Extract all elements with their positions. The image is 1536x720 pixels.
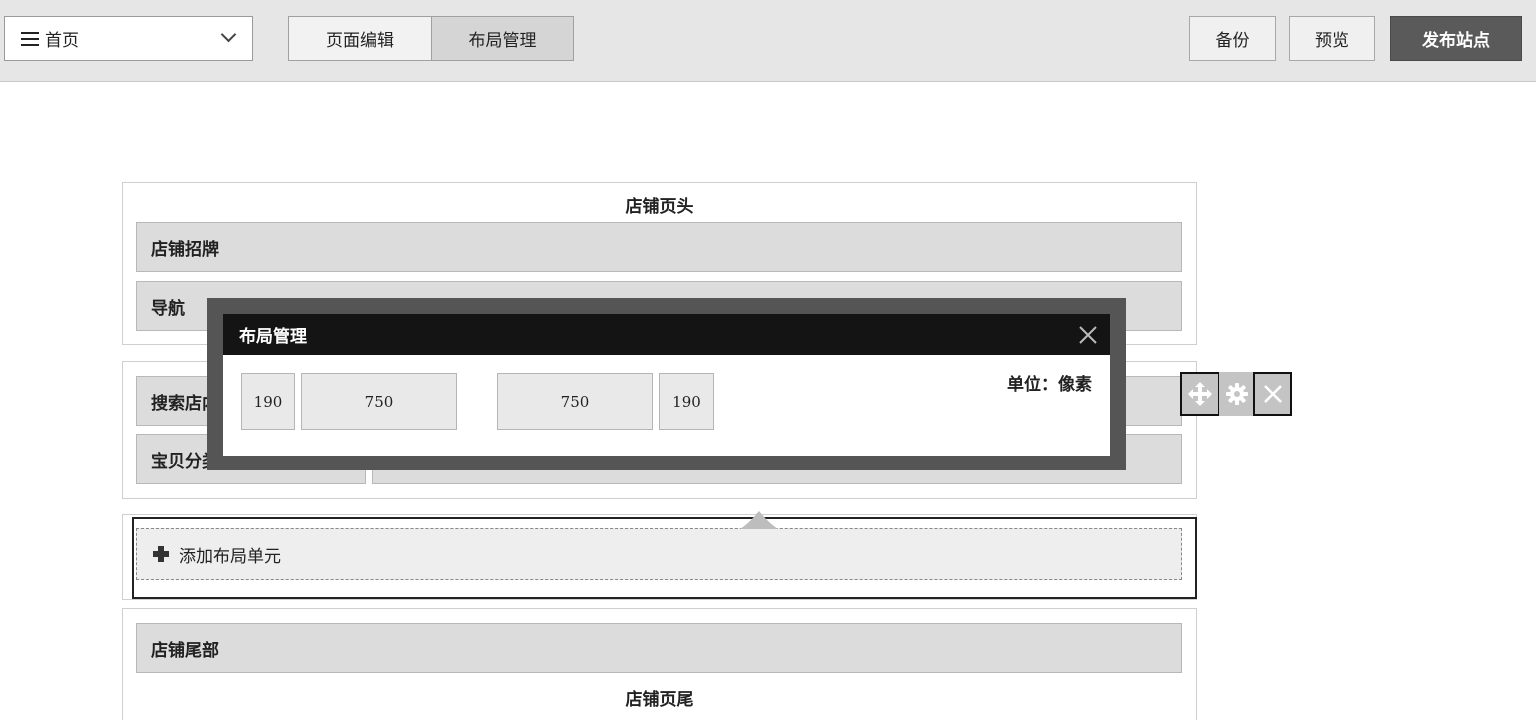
page-selector[interactable]: 首页 bbox=[4, 16, 253, 61]
dialog-close-icon[interactable] bbox=[1076, 323, 1100, 347]
top-toolbar: 首页 页面编辑 布局管理 备份 预览 发布站点 bbox=[0, 0, 1536, 82]
dialog-header: 布局管理 bbox=[223, 314, 1110, 355]
store-header-title: 店铺页头 bbox=[625, 197, 694, 217]
drag-handle-icon[interactable] bbox=[738, 509, 780, 531]
tab-page-edit[interactable]: 页面编辑 bbox=[289, 17, 431, 60]
signboard-module[interactable]: 店铺招牌 bbox=[136, 222, 1182, 272]
preview-button[interactable]: 预览 bbox=[1289, 16, 1375, 61]
footer-module[interactable]: 店铺尾部 bbox=[136, 623, 1182, 673]
unit-label: 单位：像素 bbox=[1007, 375, 1092, 395]
layout-column-cell[interactable]: 190 bbox=[659, 373, 714, 430]
menu-icon bbox=[21, 31, 39, 46]
add-layout-unit-label: 添加布局单元 bbox=[179, 546, 281, 567]
delete-button[interactable] bbox=[1253, 372, 1292, 416]
layout-column-cell[interactable]: 750 bbox=[497, 373, 653, 430]
plus-icon bbox=[153, 546, 169, 562]
mode-tabs: 页面编辑 布局管理 bbox=[288, 16, 574, 61]
gear-icon bbox=[1225, 383, 1248, 405]
store-footer-title: 店铺页尾 bbox=[625, 690, 694, 710]
layout-column-cell[interactable]: 190 bbox=[241, 373, 295, 430]
layout-column-cell[interactable]: 750 bbox=[301, 373, 457, 430]
settings-button[interactable] bbox=[1219, 372, 1254, 416]
backup-button[interactable]: 备份 bbox=[1189, 16, 1276, 61]
dialog-title: 布局管理 bbox=[239, 327, 307, 347]
add-layout-unit-button[interactable]: 添加布局单元 bbox=[136, 528, 1182, 580]
move-icon bbox=[1188, 382, 1212, 406]
publish-site-button[interactable]: 发布站点 bbox=[1390, 16, 1522, 61]
chevron-down-icon bbox=[220, 26, 237, 43]
close-icon bbox=[1263, 385, 1282, 403]
page-selector-value: 首页 bbox=[45, 31, 79, 51]
move-button[interactable] bbox=[1180, 372, 1220, 416]
layout-manage-dialog: 布局管理 单位：像素 190 750 750 190 bbox=[223, 314, 1110, 456]
tab-layout-manage[interactable]: 布局管理 bbox=[431, 17, 573, 60]
